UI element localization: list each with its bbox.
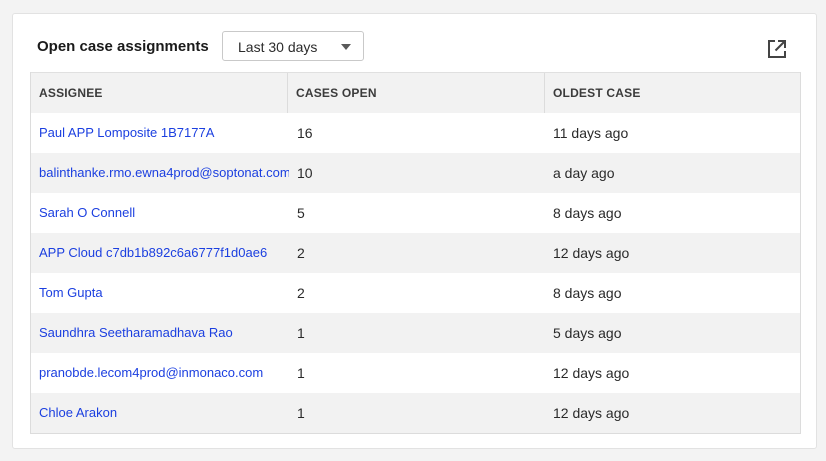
assignments-table: ASSIGNEE CASES OPEN OLDEST CASE Paul APP… [30, 72, 801, 434]
cases-open-value: 1 [297, 325, 305, 341]
card-header: Open case assignments Last 30 days [13, 14, 816, 72]
cases-open-value: 16 [297, 125, 313, 141]
oldest-case-value: 11 days ago [553, 125, 629, 141]
chevron-down-icon [341, 44, 351, 50]
column-header-oldest-case[interactable]: OLDEST CASE [545, 73, 801, 113]
date-range-dropdown[interactable]: Last 30 days [222, 31, 364, 61]
assignee-link[interactable]: Paul APP Lomposite 1B7177A [31, 113, 289, 153]
cases-open-value: 2 [297, 245, 305, 261]
table-row: Sarah O Connell 5 8 days ago [31, 193, 800, 233]
assignee-link[interactable]: pranobde.lecom4prod@inmonaco.com [31, 353, 289, 393]
cases-open-value: 10 [297, 165, 313, 181]
table-header: ASSIGNEE CASES OPEN OLDEST CASE [31, 72, 800, 113]
card-title: Open case assignments [37, 38, 209, 55]
date-range-value: Last 30 days [238, 39, 318, 55]
table-row: pranobde.lecom4prod@inmonaco.com 1 12 da… [31, 353, 800, 393]
column-header-assignee[interactable]: ASSIGNEE [31, 73, 288, 113]
table-row: balinthanke.rmo.ewna4prod@soptonat.com 1… [31, 153, 800, 193]
assignee-link[interactable]: APP Cloud c7db1b892c6a6777f1d0ae6 [31, 233, 289, 273]
oldest-case-value: 12 days ago [553, 365, 630, 381]
oldest-case-value: 8 days ago [553, 285, 622, 301]
column-header-cases-open[interactable]: CASES OPEN [288, 73, 545, 113]
cases-open-value: 5 [297, 205, 305, 221]
table-row: Chloe Arakon 1 12 days ago [31, 393, 800, 433]
oldest-case-value: 12 days ago [553, 405, 630, 421]
oldest-case-value: 12 days ago [553, 245, 630, 261]
oldest-case-value: a day ago [553, 165, 615, 181]
assignee-link[interactable]: Tom Gupta [31, 273, 289, 313]
table-row: APP Cloud c7db1b892c6a6777f1d0ae6 2 12 d… [31, 233, 800, 273]
cases-open-value: 2 [297, 285, 305, 301]
table-row: Saundhra Seetharamadhava Rao 1 5 days ag… [31, 313, 800, 353]
assignee-link[interactable]: Saundhra Seetharamadhava Rao [31, 313, 289, 353]
table-row: Tom Gupta 2 8 days ago [31, 273, 800, 313]
cases-open-value: 1 [297, 365, 305, 381]
assignee-link[interactable]: Chloe Arakon [31, 393, 289, 433]
external-link-icon[interactable] [766, 38, 788, 60]
open-case-assignments-card: Open case assignments Last 30 days ASSIG… [12, 13, 817, 449]
assignee-link[interactable]: Sarah O Connell [31, 193, 289, 233]
table-row: Paul APP Lomposite 1B7177A 16 11 days ag… [31, 113, 800, 153]
oldest-case-value: 8 days ago [553, 205, 622, 221]
oldest-case-value: 5 days ago [553, 325, 622, 341]
assignee-link[interactable]: balinthanke.rmo.ewna4prod@soptonat.com [31, 153, 289, 193]
cases-open-value: 1 [297, 405, 305, 421]
